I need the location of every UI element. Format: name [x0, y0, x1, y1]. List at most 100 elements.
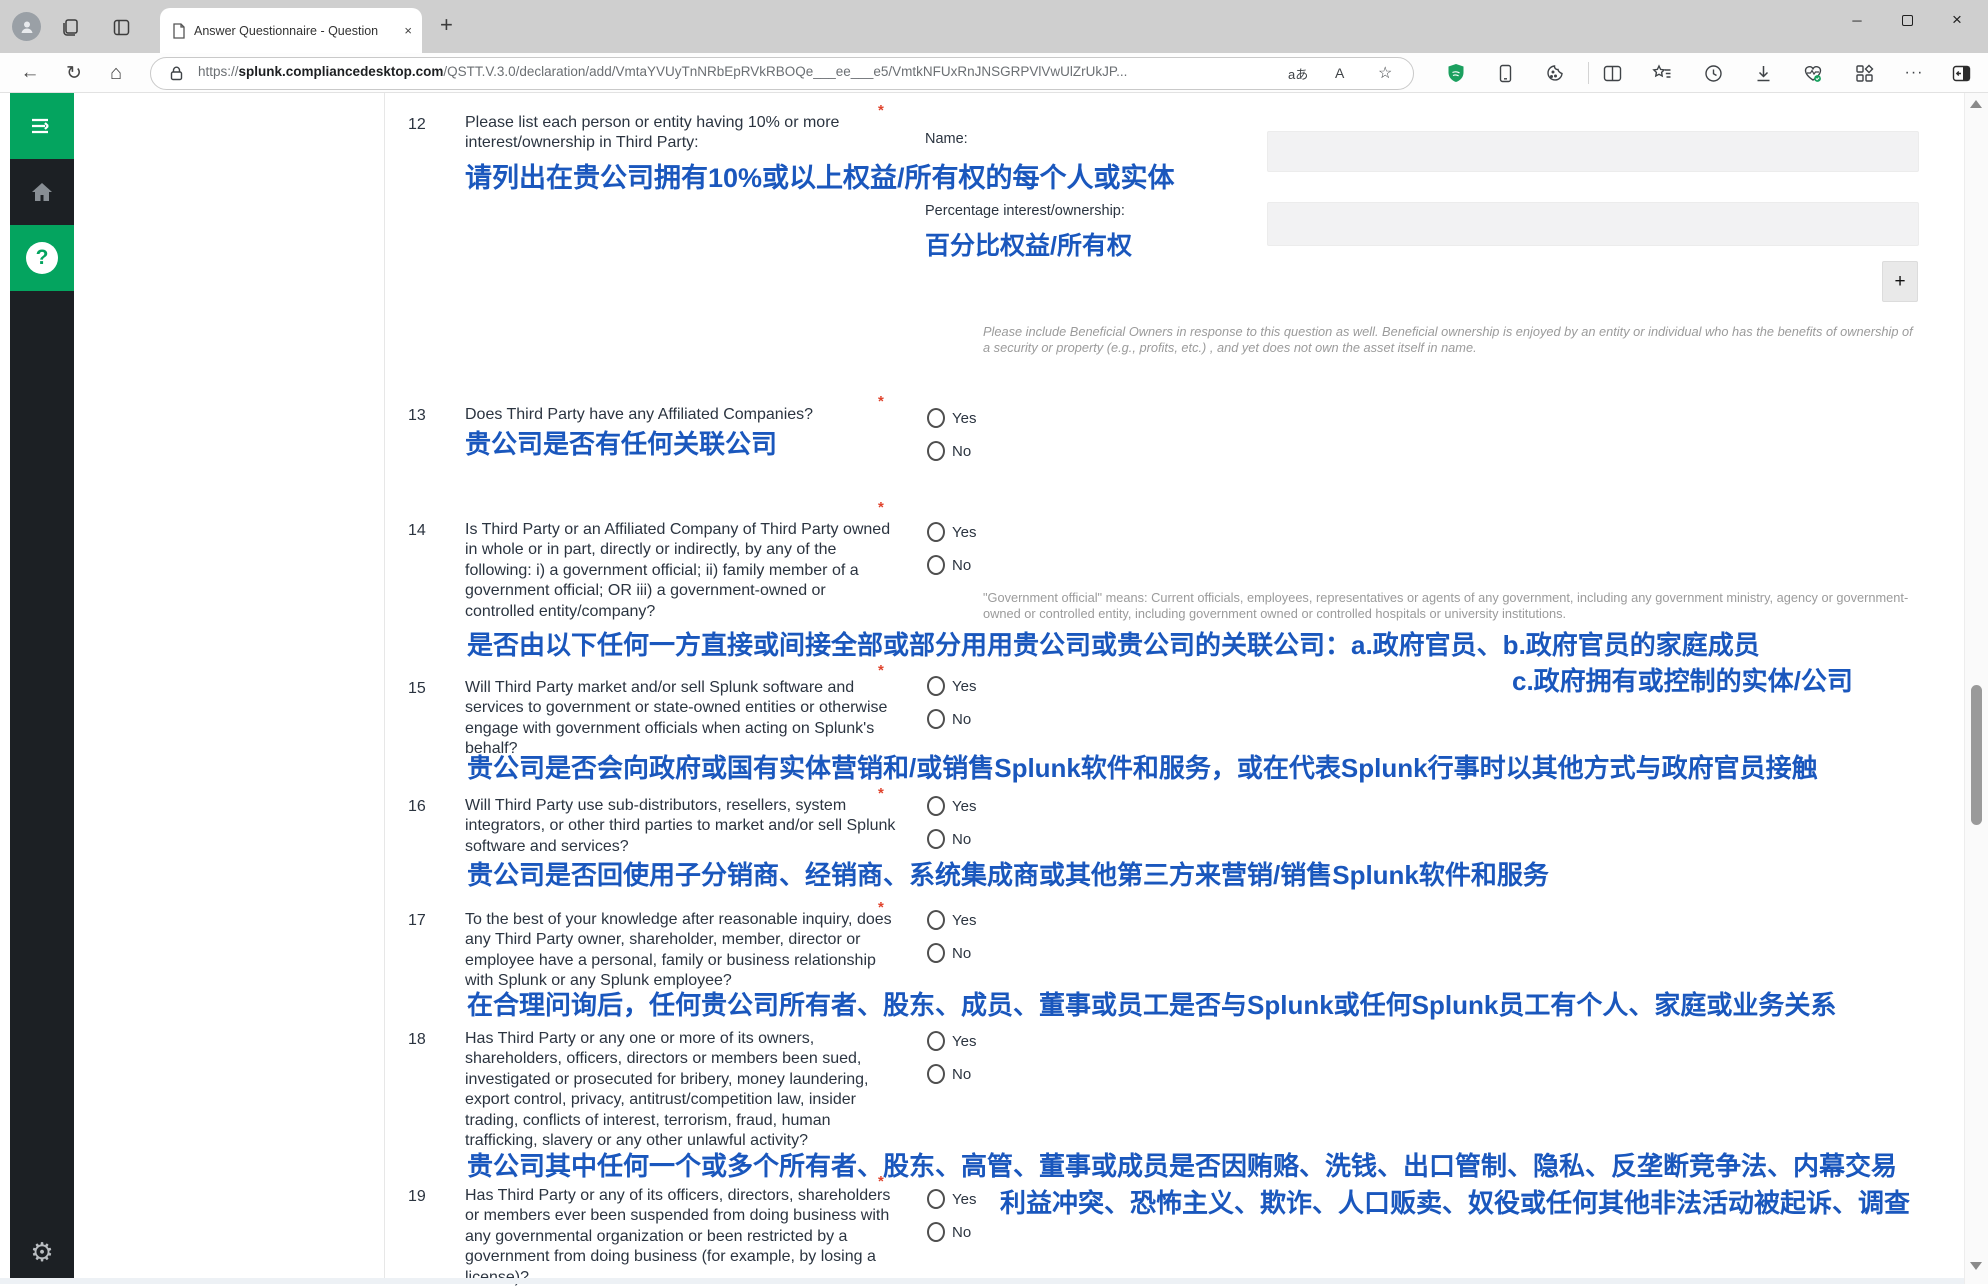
window-minimize-button[interactable]: ─ [1832, 0, 1882, 40]
sidebar-help-button[interactable]: ? [10, 225, 74, 291]
radio-circle[interactable] [927, 555, 945, 575]
translate-icon[interactable]: aあ [1288, 60, 1308, 86]
copilot-sidebar-icon[interactable] [1946, 59, 1976, 87]
question-text-zh: 是否由以下任何一方直接或间接全部或部分用用贵公司或贵公司的关联公司：a.政府官员… [467, 625, 1760, 662]
question-number: 12 [408, 116, 426, 134]
beneficial-owners-note: Please include Beneficial Owners in resp… [983, 324, 1921, 356]
privacy-shield-icon[interactable] [1441, 59, 1471, 87]
radio-circle[interactable] [927, 796, 945, 816]
name-label: Name: [925, 131, 968, 147]
home-icon[interactable]: ⌂ [100, 58, 132, 88]
radio-no[interactable]: No [927, 1064, 971, 1084]
percentage-input[interactable] [1267, 202, 1919, 246]
tab-close-icon[interactable]: × [404, 23, 412, 38]
radio-circle[interactable] [927, 943, 945, 963]
radio-yes[interactable]: Yes [927, 1189, 976, 1209]
question-text-zh-line2: c.政府拥有或控制的实体/公司 [1512, 661, 1853, 698]
workspaces-icon[interactable] [58, 14, 84, 40]
radio-circle[interactable] [927, 522, 945, 542]
question-number: 15 [408, 680, 426, 698]
radio-circle[interactable] [927, 676, 945, 696]
radio-circle[interactable] [927, 709, 945, 729]
vertical-tabs-icon[interactable] [108, 14, 134, 40]
percentage-label-zh: 百分比权益/所有权 [925, 226, 1132, 262]
apps-grid-icon[interactable] [1849, 59, 1879, 87]
question-number: 18 [408, 1031, 426, 1049]
help-question-icon: ? [26, 242, 58, 274]
hamburger-menu-icon [29, 116, 55, 136]
question-text-zh-line2: 利益冲突、恐怖主义、欺诈、人口贩卖、奴役或任何其他非法活动被起诉、调查 [1000, 1183, 1910, 1220]
favorite-star-icon[interactable]: ☆ [1378, 60, 1392, 86]
required-asterisk: * [878, 499, 884, 516]
page-favicon-icon [172, 23, 186, 39]
browser-essentials-icon[interactable] [1798, 59, 1828, 87]
radio-circle[interactable] [927, 1189, 945, 1209]
radio-yes[interactable]: Yes [927, 522, 976, 542]
radio-circle[interactable] [927, 441, 945, 461]
question-text-zh: 贵公司是否回使用子分销商、经销商、系统集成商或其他第三方来营销/销售Splunk… [467, 855, 1549, 892]
content-divider [384, 93, 385, 1284]
radio-no[interactable]: No [927, 709, 971, 729]
settings-gear-icon[interactable]: ⚙ [10, 1237, 74, 1268]
name-input[interactable] [1267, 131, 1919, 172]
history-icon[interactable] [1698, 59, 1728, 87]
sidebar-home-button[interactable] [10, 159, 74, 225]
url-text[interactable]: https://splunk.compliancedesktop.com/QST… [198, 64, 1298, 79]
split-screen-icon[interactable] [1597, 59, 1627, 87]
radio-circle[interactable] [927, 910, 945, 930]
browser-tab[interactable]: Answer Questionnaire - Question × [160, 8, 422, 53]
cookie-icon[interactable] [1540, 59, 1570, 87]
toolbar-divider [1588, 62, 1589, 84]
radio-no[interactable]: No [927, 555, 971, 575]
scroll-up-icon[interactable] [1970, 100, 1982, 108]
favorites-bar-icon[interactable] [1647, 59, 1677, 87]
required-asterisk: * [878, 662, 884, 679]
radio-circle[interactable] [927, 1222, 945, 1242]
scrollbar-thumb[interactable] [1971, 685, 1982, 825]
radio-yes[interactable]: Yes [927, 796, 976, 816]
radio-yes[interactable]: Yes [927, 408, 976, 428]
radio-circle[interactable] [927, 1031, 945, 1051]
radio-no[interactable]: No [927, 829, 971, 849]
radio-circle[interactable] [927, 1064, 945, 1084]
read-aloud-icon[interactable]: A [1335, 60, 1344, 86]
question-text-en: Is Third Party or an Affiliated Company … [465, 520, 899, 622]
radio-yes[interactable]: Yes [927, 910, 976, 930]
profile-avatar-icon[interactable] [12, 12, 41, 41]
refresh-icon[interactable]: ↻ [58, 58, 90, 88]
downloads-icon[interactable] [1748, 59, 1778, 87]
question-text-en: To the best of your knowledge after reas… [465, 910, 907, 992]
question-text-zh: 贵公司是否有任何关联公司 [465, 424, 777, 461]
window-close-button[interactable]: × [1932, 0, 1982, 40]
radio-circle[interactable] [927, 408, 945, 428]
scroll-down-icon[interactable] [1970, 1262, 1982, 1270]
radio-no[interactable]: No [927, 943, 971, 963]
home-icon [30, 181, 54, 203]
radio-no[interactable]: No [927, 441, 971, 461]
app-sidebar: ? ⚙ [10, 93, 74, 1284]
mobile-device-icon[interactable] [1490, 59, 1520, 87]
lock-icon[interactable] [170, 60, 183, 86]
browser-tab-strip: Answer Questionnaire - Question × + ─ × [0, 0, 1988, 53]
question-text-zh: 贵公司是否会向政府或国有实体营销和/或销售Splunk软件和服务，或在代表Spl… [467, 748, 1818, 785]
question-number: 14 [408, 522, 426, 540]
question-text-en: Will Third Party use sub-distributors, r… [465, 796, 899, 857]
question-text-zh: 贵公司其中任何一个或多个所有者、股东、高管、董事或成员是否因贿赂、洗钱、出口管制… [467, 1146, 1897, 1183]
sidebar-menu-button[interactable] [10, 93, 74, 159]
back-icon[interactable]: ← [14, 58, 46, 88]
required-asterisk: * [878, 102, 884, 119]
more-menu-icon[interactable]: ··· [1899, 59, 1929, 87]
radio-yes[interactable]: Yes [927, 1031, 976, 1051]
tab-title: Answer Questionnaire - Question [194, 24, 384, 38]
new-tab-button[interactable]: + [440, 12, 453, 38]
question-text-en: Has Third Party or any one or more of it… [465, 1029, 907, 1152]
question-text-en: Does Third Party have any Affiliated Com… [465, 405, 985, 425]
question-number: 13 [408, 407, 426, 425]
radio-no[interactable]: No [927, 1222, 971, 1242]
question-text-en: Please list each person or entity having… [465, 113, 895, 154]
question-text-zh: 请列出在贵公司拥有10%或以上权益/所有权的每个人或实体 [465, 156, 1175, 195]
radio-circle[interactable] [927, 829, 945, 849]
radio-yes[interactable]: Yes [927, 676, 976, 696]
window-maximize-button[interactable] [1882, 0, 1932, 40]
add-row-button[interactable]: + [1882, 261, 1918, 302]
